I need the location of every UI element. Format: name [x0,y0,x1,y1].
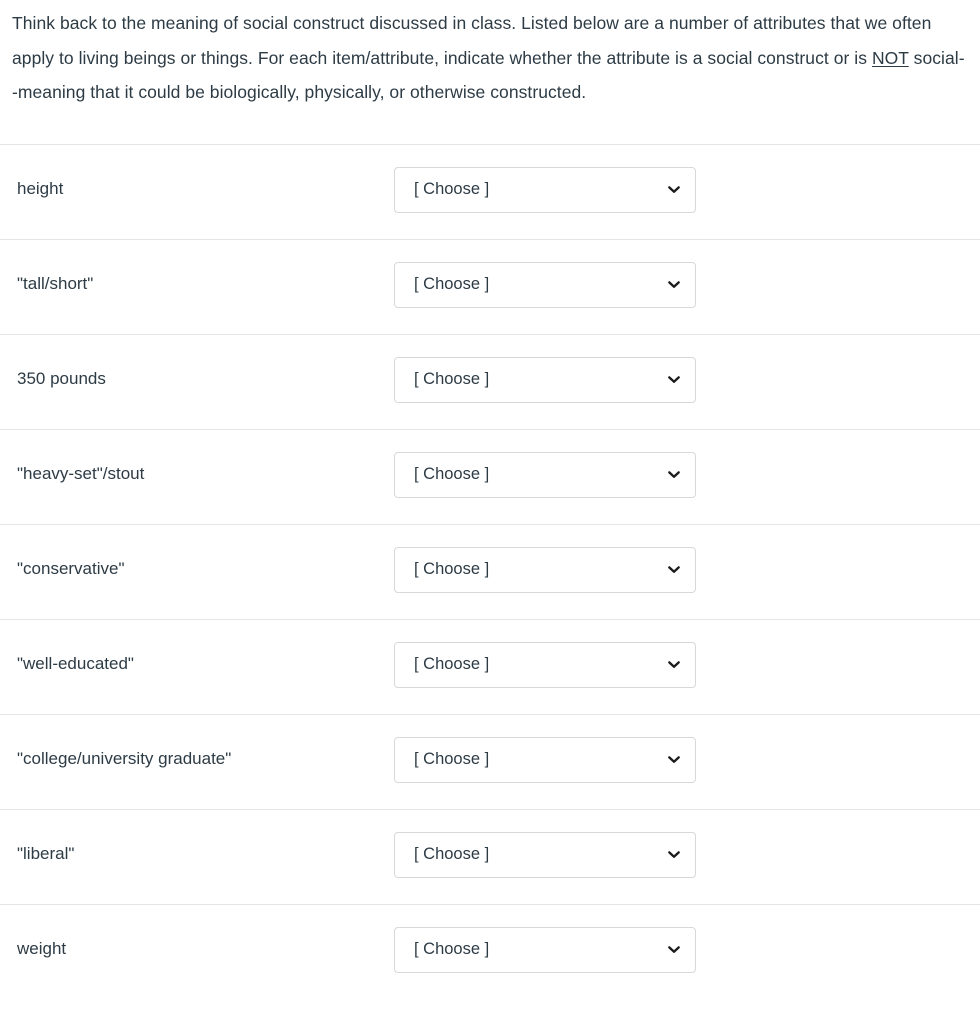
answer-select-wrapper: [ Choose ] [394,620,696,688]
answer-select-wrapper: [ Choose ] [394,145,696,213]
answer-select[interactable]: [ Choose ] [394,356,696,403]
answer-select[interactable]: [ Choose ] [394,736,696,783]
answer-rows-list: height [ Choose ] "tall/short" [ Choose … [0,143,980,999]
answer-row: "conservative" [ Choose ] [0,523,980,619]
answer-select[interactable]: [ Choose ] [394,166,696,213]
answer-select-value: [ Choose ] [414,180,490,198]
chevron-down-icon [667,848,681,862]
chevron-down-icon [667,943,681,957]
answer-select-value: [ Choose ] [414,845,490,863]
answer-select[interactable]: [ Choose ] [394,451,696,498]
chevron-down-icon [667,373,681,387]
answer-label: 350 pounds [17,368,106,388]
answer-row: 350 pounds [ Choose ] [0,333,980,429]
answer-select-value: [ Choose ] [414,750,490,768]
answer-label: "liberal" [17,843,75,863]
answer-select-value: [ Choose ] [414,275,490,293]
answer-row: "liberal" [ Choose ] [0,808,980,904]
answer-label: "tall/short" [17,273,94,293]
answer-select-value: [ Choose ] [414,560,490,578]
answer-select[interactable]: [ Choose ] [394,641,696,688]
answer-label: height [17,178,64,198]
chevron-down-icon [667,658,681,672]
answer-row: "heavy-set"/stout [ Choose ] [0,428,980,524]
question-prompt-emphasis-not: NOT [871,47,909,68]
answer-select-wrapper: [ Choose ] [394,430,696,498]
answer-select[interactable]: [ Choose ] [394,546,696,593]
answer-select[interactable]: [ Choose ] [394,926,696,973]
answer-select-value: [ Choose ] [414,940,490,958]
answer-row: height [ Choose ] [0,143,980,239]
answer-select-value: [ Choose ] [414,370,490,388]
question-prompt: Think back to the meaning of social cons… [0,0,980,110]
answer-select[interactable]: [ Choose ] [394,831,696,878]
chevron-down-icon [667,183,681,197]
chevron-down-icon [667,753,681,767]
answer-select-value: [ Choose ] [414,655,490,673]
answer-row: "college/university graduate" [ Choose ] [0,713,980,809]
answer-label: weight [17,938,67,958]
question-prompt-part-1: Think back to the meaning of social cons… [12,13,932,68]
answer-select-wrapper: [ Choose ] [394,240,696,308]
chevron-down-icon [667,563,681,577]
answer-label: "college/university graduate" [17,748,232,768]
answer-label: "well-educated" [17,653,134,673]
chevron-down-icon [667,278,681,292]
answer-select-wrapper: [ Choose ] [394,715,696,783]
answer-row: "tall/short" [ Choose ] [0,238,980,334]
answer-row: weight [ Choose ] [0,903,980,999]
answer-select[interactable]: [ Choose ] [394,261,696,308]
answer-select-value: [ Choose ] [414,465,490,483]
answer-select-wrapper: [ Choose ] [394,525,696,593]
answer-select-wrapper: [ Choose ] [394,335,696,403]
answer-select-wrapper: [ Choose ] [394,810,696,878]
answer-label: "conservative" [17,558,125,578]
answer-label: "heavy-set"/stout [17,463,145,483]
answer-row: "well-educated" [ Choose ] [0,618,980,714]
matching-quiz-question: Think back to the meaning of social cons… [0,0,980,999]
chevron-down-icon [667,468,681,482]
answer-select-wrapper: [ Choose ] [394,905,696,973]
